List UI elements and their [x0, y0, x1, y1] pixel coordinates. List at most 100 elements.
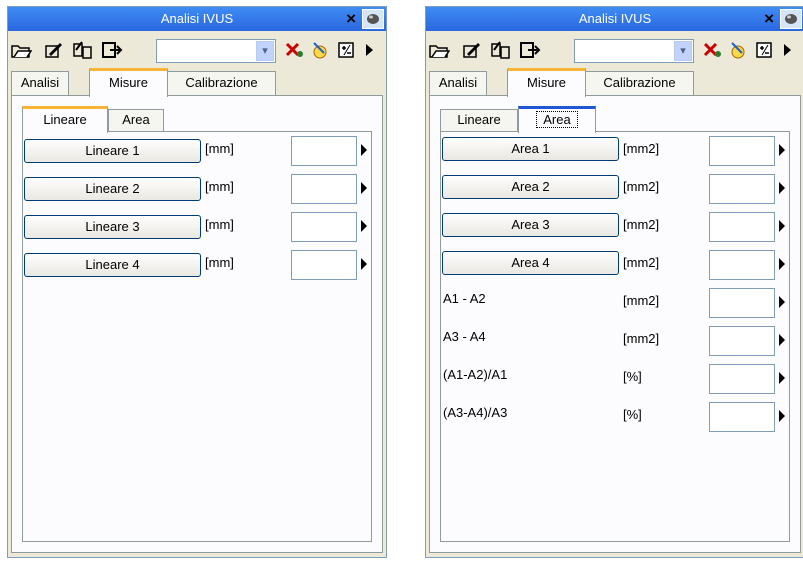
analysis-panel-lineare: Analisi IVUS × ▾ Analisi Misure Calibraz… [7, 6, 387, 558]
unit-label: [mm2] [623, 331, 660, 346]
tab-misure[interactable]: Misure [89, 68, 168, 97]
expand-arrow-icon[interactable] [361, 220, 367, 232]
tab-lineare[interactable]: Lineare [22, 106, 108, 133]
expand-arrow-icon[interactable] [779, 410, 785, 422]
value-field[interactable] [709, 288, 775, 318]
unit-label: [mm2] [623, 293, 660, 308]
lineare-2-button[interactable]: Lineare 2 [24, 177, 201, 201]
value-field[interactable] [709, 364, 775, 394]
main-tabs: Analisi Misure Calibrazione [429, 68, 803, 97]
lineare-4-button[interactable]: Lineare 4 [24, 253, 201, 277]
expand-arrow-icon[interactable] [779, 182, 785, 194]
measure-select[interactable]: ▾ [156, 39, 276, 63]
tab-misure[interactable]: Misure [507, 68, 586, 97]
expand-arrow-icon[interactable] [779, 334, 785, 346]
measure-row: Area 1 [mm2] [441, 132, 789, 170]
tab-lineare[interactable]: Lineare [440, 109, 518, 132]
value-field[interactable] [709, 402, 775, 432]
calc-row: A1 - A2 [mm2] [441, 284, 789, 322]
calculator-icon[interactable] [754, 40, 776, 60]
toolbar: ▾ [8, 31, 386, 67]
main-tabs: Analisi Misure Calibrazione [11, 68, 386, 97]
area-2-button[interactable]: Area 2 [442, 175, 619, 199]
measure-row: Lineare 1 [mm] [23, 132, 371, 170]
expand-arrow-icon[interactable] [779, 296, 785, 308]
export-icon[interactable] [101, 40, 123, 60]
calc-row: A3 - A4 [mm2] [441, 322, 789, 360]
unit-label: [mm2] [623, 141, 660, 156]
more-arrow-icon[interactable] [362, 40, 384, 60]
tab-calibrazione[interactable]: Calibrazione [167, 71, 276, 96]
unit-label: [mm] [205, 217, 234, 232]
chevron-down-icon[interactable]: ▾ [674, 41, 692, 61]
sub-tabs: Lineare Area [440, 106, 770, 133]
auto-detect-icon[interactable] [310, 40, 332, 60]
value-field[interactable] [291, 250, 357, 280]
measure-select[interactable]: ▾ [574, 39, 694, 63]
expand-arrow-icon[interactable] [779, 372, 785, 384]
open-folder-icon[interactable] [10, 40, 33, 60]
expand-arrow-icon[interactable] [361, 258, 367, 270]
value-field[interactable] [709, 250, 775, 280]
value-field[interactable] [709, 212, 775, 242]
tab-area[interactable]: Area [518, 106, 596, 133]
area-4-button[interactable]: Area 4 [442, 251, 619, 275]
area-content: Area 1 [mm2] Area 2 [mm2] Area 3 [mm2] A… [440, 131, 790, 542]
pin-icon[interactable] [362, 9, 384, 29]
expand-arrow-icon[interactable] [361, 144, 367, 156]
measure-row: Area 2 [mm2] [441, 170, 789, 208]
calc-label: (A3-A4)/A3 [443, 405, 508, 420]
area-3-button[interactable]: Area 3 [442, 213, 619, 237]
chevron-down-icon[interactable]: ▾ [256, 41, 274, 61]
value-field[interactable] [709, 174, 775, 204]
tab-area-label: Area [536, 111, 578, 128]
tab-calibrazione[interactable]: Calibrazione [585, 71, 694, 96]
measure-row: Area 3 [mm2] [441, 208, 789, 246]
lineare-content: Lineare 1 [mm] Lineare 2 [mm] Lineare 3 … [22, 131, 372, 542]
value-field[interactable] [709, 136, 775, 166]
calc-label: (A1-A2)/A1 [443, 367, 508, 382]
tab-analisi[interactable]: Analisi [429, 71, 487, 96]
batch-edit-icon[interactable] [72, 40, 94, 60]
window-title: Analisi IVUS [160, 11, 234, 26]
unit-label: [mm2] [623, 255, 660, 270]
expand-arrow-icon[interactable] [779, 220, 785, 232]
analysis-panel-area: Analisi IVUS × ▾ Analisi Misure Calibraz… [425, 6, 803, 558]
clear-measure-icon[interactable] [284, 40, 306, 60]
misure-content: Lineare Area Area 1 [mm2] Area 2 [mm2] A… [429, 95, 801, 553]
measure-row: Lineare 4 [mm] [23, 246, 371, 284]
measure-row: Lineare 2 [mm] [23, 170, 371, 208]
close-button[interactable]: × [764, 7, 774, 31]
batch-edit-icon[interactable] [490, 40, 512, 60]
edit-curve-icon[interactable] [42, 40, 64, 60]
clear-measure-icon[interactable] [702, 40, 724, 60]
sub-tabs: Lineare Area [22, 106, 352, 133]
lineare-1-button[interactable]: Lineare 1 [24, 139, 201, 163]
more-arrow-icon[interactable] [780, 40, 802, 60]
area-1-button[interactable]: Area 1 [442, 137, 619, 161]
toolbar: ▾ [426, 31, 803, 67]
expand-arrow-icon[interactable] [361, 182, 367, 194]
open-folder-icon[interactable] [428, 40, 451, 60]
tab-analisi[interactable]: Analisi [11, 71, 69, 96]
close-button[interactable]: × [346, 7, 356, 31]
value-field[interactable] [291, 136, 357, 166]
calc-label: A1 - A2 [443, 291, 486, 306]
auto-detect-icon[interactable] [728, 40, 750, 60]
export-icon[interactable] [519, 40, 541, 60]
expand-arrow-icon[interactable] [779, 144, 785, 156]
window-title: Analisi IVUS [578, 11, 652, 26]
calc-row: (A3-A4)/A3 [%] [441, 398, 789, 436]
lineare-3-button[interactable]: Lineare 3 [24, 215, 201, 239]
pin-icon[interactable] [780, 9, 802, 29]
tab-area[interactable]: Area [108, 109, 164, 132]
value-field[interactable] [291, 212, 357, 242]
measure-row: Area 4 [mm2] [441, 246, 789, 284]
calculator-icon[interactable] [336, 40, 358, 60]
edit-curve-icon[interactable] [460, 40, 482, 60]
expand-arrow-icon[interactable] [779, 258, 785, 270]
title-bar: Analisi IVUS × [8, 7, 386, 31]
value-field[interactable] [709, 326, 775, 356]
value-field[interactable] [291, 174, 357, 204]
measure-row: Lineare 3 [mm] [23, 208, 371, 246]
